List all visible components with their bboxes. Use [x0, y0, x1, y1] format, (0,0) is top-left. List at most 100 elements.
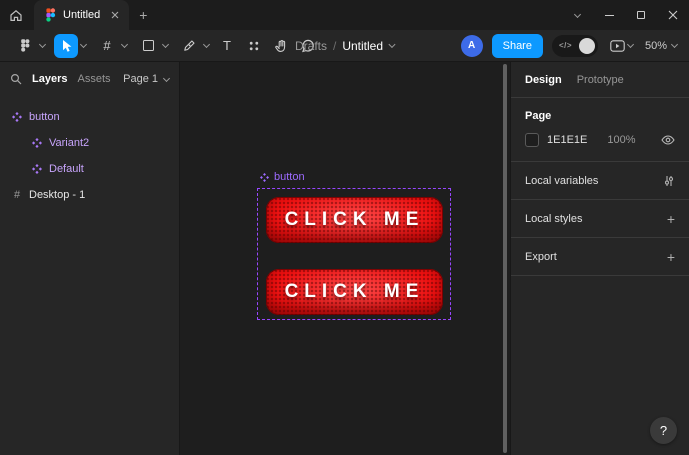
tab-design[interactable]: Design	[525, 74, 562, 86]
window-maximize-button[interactable]	[625, 0, 657, 30]
figma-app: Untitled + # T Drafts / Untitled A Share…	[0, 0, 689, 455]
chevron-down-icon	[573, 10, 581, 18]
chevron-down-icon	[38, 40, 47, 49]
layers-list: button Variant2 Default # Desktop - 1	[0, 96, 179, 208]
page-section-title: Page	[525, 110, 552, 122]
layer-row-variant[interactable]: Default	[0, 156, 179, 182]
titlebar: Untitled +	[0, 0, 689, 30]
export-row[interactable]: Export +	[511, 238, 689, 276]
breadcrumb: Drafts / Untitled	[295, 30, 396, 61]
main-menu-button[interactable]	[10, 33, 48, 59]
file-tab[interactable]: Untitled	[34, 0, 130, 30]
toolbar-right-group: A Share </> 50%	[460, 33, 679, 59]
click-me-button-variant[interactable]: CLICK ME	[266, 269, 443, 315]
component-set-icon	[12, 112, 22, 122]
cursor-icon	[54, 33, 78, 58]
chevron-down-icon	[670, 40, 679, 49]
zoom-control[interactable]: 50%	[645, 40, 679, 52]
home-button[interactable]	[0, 0, 32, 30]
toggle-knob	[578, 37, 595, 54]
local-variables-label: Local variables	[525, 174, 599, 187]
click-me-button-variant[interactable]: CLICK ME	[266, 197, 443, 243]
chevron-down-icon	[120, 40, 129, 49]
avatar[interactable]: A	[460, 34, 483, 57]
eye-icon	[661, 135, 675, 145]
layer-name: button	[29, 111, 60, 123]
add-export-button[interactable]: +	[667, 249, 675, 265]
breadcrumb-separator: /	[332, 38, 337, 53]
button-label: CLICK ME	[284, 281, 425, 302]
text-tool[interactable]: T	[215, 34, 239, 58]
chevron-down-icon[interactable]	[387, 40, 396, 49]
page-color-hex[interactable]: 1E1E1E	[547, 134, 587, 146]
hand-tool[interactable]	[269, 34, 293, 58]
frame-tool[interactable]: #	[92, 33, 130, 59]
maximize-icon	[637, 11, 645, 19]
canvas-scrollbar[interactable]	[503, 64, 507, 453]
page-section: Page 1E1E1E 100%	[511, 98, 689, 162]
page-opacity[interactable]: 100%	[607, 134, 635, 146]
present-button[interactable]	[607, 33, 636, 59]
toolbar: # T Drafts / Untitled A Share </> 50%	[0, 30, 689, 62]
layer-name: Variant2	[49, 137, 90, 149]
help-button[interactable]: ?	[650, 417, 677, 444]
dots-grid-icon	[248, 40, 260, 52]
tab-prototype[interactable]: Prototype	[577, 74, 624, 86]
main-area: Layers Assets Page 1 button Variant2 Def…	[0, 62, 689, 455]
tab-close-icon[interactable]	[111, 11, 119, 19]
layer-row-frame[interactable]: # Desktop - 1	[0, 182, 179, 208]
selection-label-text: button	[274, 171, 305, 183]
chevron-down-icon	[162, 74, 171, 82]
frame-tool-icon: #	[103, 38, 111, 53]
new-tab-button[interactable]: +	[129, 0, 157, 30]
close-icon	[668, 10, 678, 20]
visibility-toggle[interactable]	[661, 135, 675, 145]
frame-icon: #	[13, 189, 21, 201]
zoom-level: 50%	[644, 39, 667, 52]
page-selector[interactable]: Page 1	[123, 73, 171, 85]
shape-tool[interactable]	[133, 33, 171, 59]
export-label: Export	[525, 250, 557, 263]
tab-assets[interactable]: Assets	[77, 73, 110, 85]
search-icon[interactable]	[10, 73, 22, 85]
layer-name: Default	[49, 163, 84, 175]
right-sidebar: Design Prototype Page 1E1E1E 100% Local …	[510, 62, 689, 455]
window-menu-button[interactable]	[561, 0, 593, 30]
page-color-row: 1E1E1E 100%	[525, 133, 675, 147]
component-set-selection[interactable]: CLICK ME CLICK ME	[257, 188, 451, 320]
selection-label[interactable]: button	[260, 171, 305, 183]
move-tool[interactable]	[51, 33, 89, 59]
local-styles-row[interactable]: Local styles +	[511, 200, 689, 238]
pen-tool[interactable]	[174, 33, 212, 59]
chevron-down-icon	[79, 40, 88, 49]
code-icon: </>	[558, 41, 573, 50]
dev-mode-toggle[interactable]: </>	[551, 34, 598, 57]
local-styles-label: Local styles	[525, 212, 583, 225]
figma-menu-icon	[13, 34, 37, 58]
titlebar-spacer	[157, 0, 561, 30]
layer-row-component-set[interactable]: button	[0, 104, 179, 130]
window-close-button[interactable]	[657, 0, 689, 30]
sliders-icon[interactable]	[663, 175, 675, 187]
canvas[interactable]: button CLICK ME CLICK ME	[180, 62, 510, 455]
share-button[interactable]: Share	[491, 33, 543, 58]
component-set-icon	[260, 172, 269, 182]
layer-row-variant[interactable]: Variant2	[0, 130, 179, 156]
tools-group: # T	[10, 33, 320, 59]
figma-logo-icon	[46, 8, 56, 22]
window-minimize-button[interactable]	[593, 0, 625, 30]
left-sidebar: Layers Assets Page 1 button Variant2 Def…	[0, 62, 180, 455]
local-variables-row[interactable]: Local variables	[511, 162, 689, 200]
color-swatch[interactable]	[525, 133, 539, 147]
actions-tool[interactable]	[242, 34, 266, 58]
pen-icon	[177, 34, 201, 58]
minimize-icon	[604, 14, 614, 16]
hand-icon	[274, 39, 288, 53]
breadcrumb-file-name[interactable]: Untitled	[342, 39, 383, 53]
tab-layers[interactable]: Layers	[32, 73, 67, 85]
chevron-down-icon	[202, 40, 211, 49]
layer-name: Desktop - 1	[29, 189, 86, 201]
breadcrumb-project[interactable]: Drafts	[295, 39, 327, 53]
home-icon	[9, 9, 23, 22]
add-style-button[interactable]: +	[667, 211, 675, 227]
